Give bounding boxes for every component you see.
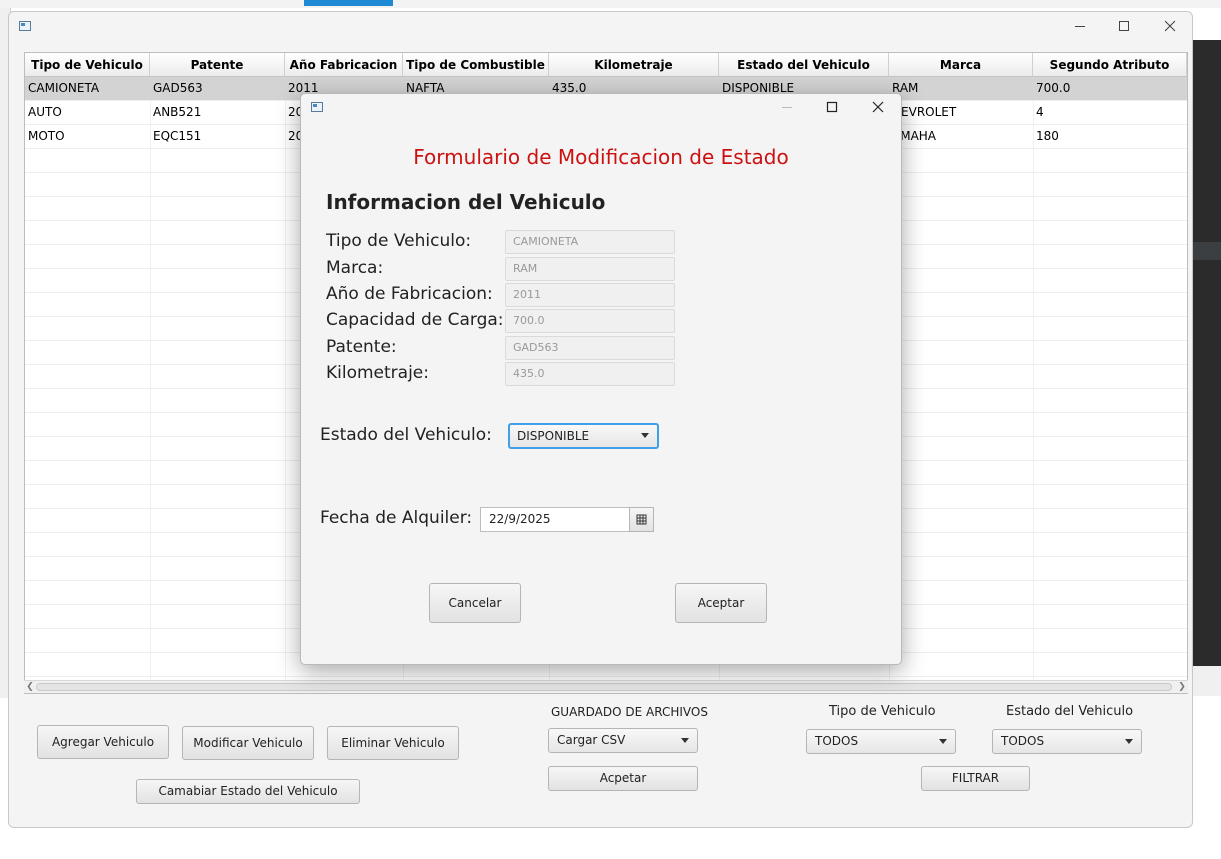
app-window-icon [19, 21, 31, 31]
cell-patente: ANB521 [153, 105, 202, 119]
cancel-button[interactable]: Cancelar [429, 583, 521, 623]
cell-patente: GAD563 [153, 81, 203, 95]
file-action-select[interactable]: Cargar CSV [548, 728, 698, 753]
column-header[interactable]: Tipo de Vehiculo [25, 53, 150, 77]
cell-segundo: 4 [1036, 105, 1044, 119]
filter-state-label: Estado del Vehiculo [1006, 704, 1134, 719]
change-state-button[interactable]: Camabiar Estado del Vehiculo [136, 779, 360, 804]
cell-marca: RAM [892, 81, 919, 95]
calendar-icon[interactable] [629, 507, 654, 532]
field-label: Capacidad de Carga: [326, 310, 504, 330]
rental-date-input[interactable]: 22/9/2025 [480, 507, 630, 532]
mileage-field: 435.0 [505, 362, 675, 386]
filter-type-value: TODOS [815, 734, 859, 748]
modify-state-dialog: Formulario de Modificacion de Estado Inf… [300, 93, 902, 665]
horizontal-scrollbar[interactable]: ❮ ❯ [24, 680, 1188, 693]
vehicle-state-value: DISPONIBLE [517, 429, 590, 443]
delete-vehicle-button[interactable]: Eliminar Vehiculo [327, 726, 459, 760]
column-header[interactable]: Tipo de Combustible [403, 53, 549, 77]
filter-type-select[interactable]: TODOS [806, 729, 956, 754]
maximize-icon[interactable] [1114, 16, 1134, 36]
scroll-right-icon[interactable]: ❯ [1177, 681, 1187, 693]
dialog-title: Formulario de Modificacion de Estado [413, 145, 789, 169]
column-header[interactable]: Estado del Vehiculo [719, 53, 889, 77]
cell-patente: EQC151 [153, 129, 202, 143]
chevron-down-icon [1125, 739, 1133, 744]
scrollbar-thumb[interactable] [36, 683, 1172, 691]
field-label: Año de Fabricacion: [326, 284, 493, 304]
year-field: 2011 [505, 283, 675, 307]
cell-segundo: 180 [1036, 129, 1059, 143]
column-header[interactable]: Patente [150, 53, 285, 77]
background-taskbar [0, 0, 1221, 8]
active-tab-indicator [304, 0, 393, 6]
modify-vehicle-button[interactable]: Modificar Vehiculo [182, 726, 314, 760]
vehicle-state-select[interactable]: DISPONIBLE [508, 423, 659, 449]
field-label: Patente: [326, 337, 397, 357]
brand-field: RAM [505, 257, 675, 281]
chevron-down-icon [681, 738, 689, 743]
column-header[interactable]: Marca [889, 53, 1033, 77]
scroll-left-icon[interactable]: ❮ [25, 681, 35, 693]
vehicle-type-field: CAMIONETA [505, 230, 675, 254]
rental-date-label: Fecha de Alquiler: [320, 508, 473, 528]
minimize-icon[interactable] [777, 97, 797, 117]
filter-state-select[interactable]: TODOS [992, 729, 1142, 754]
accept-button[interactable]: Aceptar [675, 583, 767, 623]
load-capacity-field: 700.0 [505, 309, 675, 333]
cell-tipo: MOTO [28, 129, 65, 143]
files-section-title: GUARDADO DE ARCHIVOS [551, 705, 708, 719]
field-label: Tipo de Vehiculo: [326, 231, 472, 251]
file-action-value: Cargar CSV [557, 733, 626, 747]
add-vehicle-button[interactable]: Agregar Vehiculo [37, 725, 169, 759]
background-right-edge-lower [1193, 666, 1221, 696]
filter-state-value: TODOS [1001, 734, 1045, 748]
filter-type-label: Tipo de Vehiculo [829, 704, 936, 719]
field-label: Marca: [326, 258, 384, 278]
filter-button[interactable]: FILTRAR [921, 766, 1030, 791]
section-heading: Informacion del Vehiculo [326, 190, 606, 214]
column-header[interactable]: Año Fabricacion [285, 53, 403, 77]
state-label: Estado del Vehiculo: [320, 425, 492, 445]
plate-field: GAD563 [505, 336, 675, 360]
chevron-down-icon [939, 739, 947, 744]
close-icon[interactable] [1160, 16, 1180, 36]
cell-tipo: CAMIONETA [28, 81, 100, 95]
cell-tipo: AUTO [28, 105, 62, 119]
background-right-edge [1193, 40, 1221, 666]
cell-marca: AMAHA [892, 129, 937, 143]
maximize-icon[interactable] [822, 97, 842, 117]
column-header[interactable]: Kilometraje [549, 53, 719, 77]
cell-marca: HEVROLET [892, 105, 957, 119]
chevron-down-icon [641, 433, 649, 438]
cell-segundo: 700.0 [1036, 81, 1071, 95]
dialog-window-icon [311, 102, 323, 112]
field-label: Kilometraje: [326, 363, 429, 383]
column-header[interactable]: Segundo Atributo [1033, 53, 1187, 77]
accept-csv-button[interactable]: Acpetar [548, 766, 698, 791]
minimize-icon[interactable] [1070, 16, 1090, 36]
close-icon[interactable] [868, 97, 888, 117]
